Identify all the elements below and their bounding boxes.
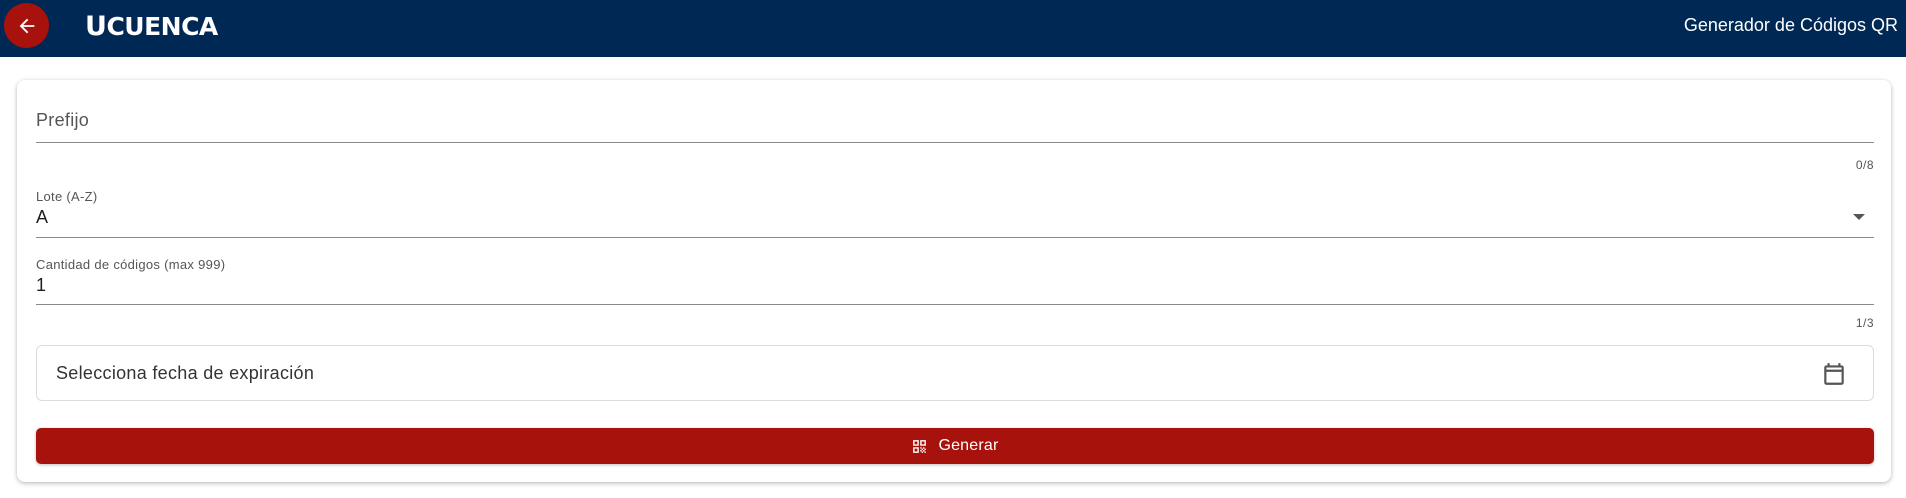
page-title: Generador de Códigos QR: [1683, 15, 1898, 35]
quantity-underline: [36, 304, 1874, 305]
generate-button[interactable]: Generar: [36, 428, 1874, 464]
back-button[interactable]: [4, 3, 49, 48]
prefix-underline: [36, 142, 1874, 143]
quantity-counter: 1/3: [1855, 316, 1874, 330]
batch-select[interactable]: Lote (A-Z) A: [36, 189, 1874, 239]
quantity-field[interactable]: Cantidad de códigos (max 999) 1: [36, 257, 1874, 307]
caret-down-icon: [1853, 214, 1865, 220]
batch-underline: [36, 237, 1874, 238]
prefix-counter: 0/8: [1855, 158, 1874, 172]
quantity-value: 1: [36, 275, 47, 295]
qr-code-icon: [913, 439, 927, 453]
batch-label: Lote (A-Z): [36, 189, 98, 204]
quantity-label: Cantidad de códigos (max 999): [36, 257, 226, 272]
prefix-field[interactable]: Prefijo: [36, 90, 1874, 152]
qr-generator-form: Prefijo 0/8 Lote (A-Z) A Cantidad de cód…: [17, 80, 1891, 482]
prefix-label: Prefijo: [36, 110, 90, 130]
batch-value: A: [36, 207, 49, 227]
top-app-bar: UCUENCA Generador de Códigos QR: [0, 0, 1906, 57]
expiry-date-field[interactable]: Selecciona fecha de expiración: [36, 345, 1874, 401]
calendar-icon[interactable]: [1821, 360, 1847, 388]
brand-logo: UCUENCA: [85, 11, 218, 42]
generate-label: Generar: [938, 437, 999, 454]
expiry-placeholder: Selecciona fecha de expiración: [56, 363, 315, 383]
arrow-left-icon: [19, 18, 34, 33]
